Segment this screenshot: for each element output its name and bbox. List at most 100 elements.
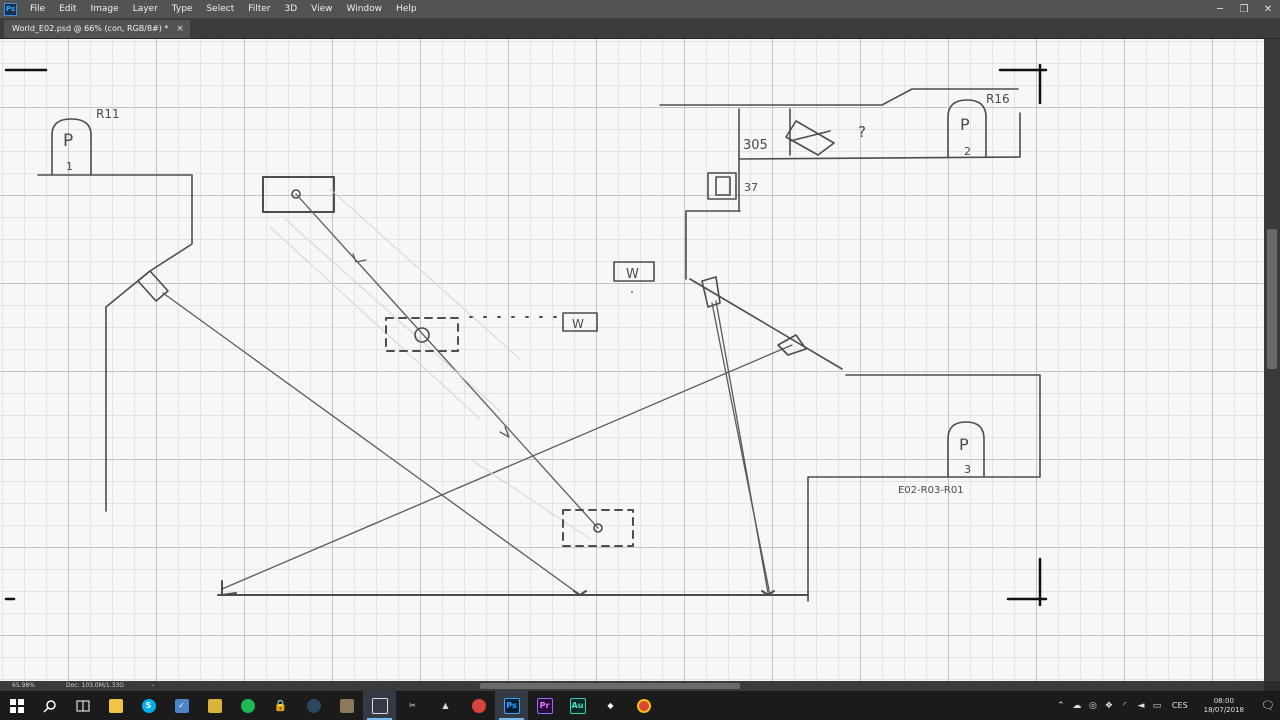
scissors-icon: ✂ (409, 701, 416, 710)
menu-layer[interactable]: Layer (126, 0, 165, 18)
system-clock[interactable]: 08:00 18/07/2018 (1204, 697, 1244, 715)
taskbar-chrome[interactable] (627, 691, 660, 720)
tab-close-icon[interactable]: × (176, 20, 184, 38)
photoshop-icon: Ps (503, 697, 520, 714)
menu-type[interactable]: Type (165, 0, 200, 18)
taskbar-unity[interactable]: ◆ (594, 691, 627, 720)
platform-p1: P 1 R11 (37, 107, 193, 512)
label-37-text: 37 (744, 181, 758, 194)
w-box-1: W (613, 261, 655, 293)
language-indicator[interactable]: CES (1172, 701, 1188, 710)
menu-select[interactable]: Select (199, 0, 241, 18)
menu-image[interactable]: Image (84, 0, 126, 18)
horizontal-scrollbar[interactable] (160, 681, 1264, 691)
document-tab[interactable]: World_E02.psd @ 66% (con, RGB/8#) * × (4, 20, 190, 38)
taskbar-app-lock[interactable]: 🔒 (264, 691, 297, 720)
lock-icon: 🔒 (273, 699, 288, 712)
task-view-button[interactable] (66, 691, 99, 720)
steam-icon (306, 698, 321, 713)
close-icon[interactable]: ✕ (1262, 4, 1274, 15)
status-menu-arrow-icon[interactable]: › (152, 681, 154, 691)
document-canvas[interactable]: P 1 R11 W W P 2 R16 305 ? 37 P 3 E02-R03… (0, 39, 1264, 681)
volume-icon[interactable]: ◄ (1136, 701, 1146, 711)
inkscape-icon: ▲ (442, 701, 449, 710)
network-icon[interactable]: ▭ (1152, 701, 1162, 711)
taskbar-skype[interactable]: S (132, 691, 165, 720)
p2-sign-text: P (960, 115, 970, 134)
cloud-icon[interactable]: ☁ (1072, 701, 1082, 711)
taskbar-app-scissors[interactable]: ✂ (396, 691, 429, 720)
wifi-icon[interactable]: ◜ (1120, 701, 1130, 711)
windows-logo-icon (9, 698, 24, 713)
switch-box-top (262, 176, 335, 213)
taskbar-app-color[interactable] (462, 691, 495, 720)
restore-icon[interactable]: ❐ (1238, 4, 1250, 15)
taskbar-spotify[interactable] (231, 691, 264, 720)
clapperboard-icon (207, 698, 222, 713)
document-tab-title: World_E02.psd @ 66% (con, RGB/8#) * (12, 24, 169, 33)
menu-help[interactable]: Help (389, 0, 424, 18)
vertical-scroll-thumb[interactable] (1267, 229, 1277, 369)
w-box-1-text: W (626, 267, 639, 282)
minimize-icon[interactable]: ─ (1214, 4, 1226, 15)
start-button[interactable] (0, 691, 33, 720)
horizontal-scroll-thumb[interactable] (480, 683, 740, 689)
platform-p3: P 3 E02-R03-R01 (807, 374, 1041, 602)
taskbar-app-check[interactable]: ✓ (165, 691, 198, 720)
bottom-tag-text: E02-R03-R01 (898, 485, 964, 496)
p2-number-text: 2 (964, 145, 971, 158)
search-button[interactable] (33, 691, 66, 720)
system-tray: ⌃ ☁ ◎ ❖ ◜ ◄ ▭ CES 08:00 18/07/2018 🗨 (1056, 691, 1280, 720)
checkmark-app-icon: ✓ (174, 698, 189, 713)
trajectory-lines (162, 193, 793, 596)
zoom-level[interactable]: 65.98% (12, 681, 35, 691)
taskbar-premiere[interactable]: Pr (528, 691, 561, 720)
chrome-icon (636, 698, 651, 713)
window-controls: ─ ❐ ✕ (1214, 0, 1274, 18)
p1-sign-text: P (63, 131, 73, 151)
menu-edit[interactable]: Edit (52, 0, 83, 18)
audition-icon: Au (569, 697, 586, 714)
crop-marks (4, 63, 1048, 607)
task-view-icon (76, 700, 89, 711)
menu-view[interactable]: View (304, 0, 339, 18)
taskbar-app-camera[interactable] (363, 691, 396, 720)
taskbar-steam[interactable] (297, 691, 330, 720)
unity-icon: ◆ (607, 701, 614, 710)
level-sketch: P 1 R11 W W P 2 R16 305 ? 37 P 3 E02-R03… (4, 63, 1048, 607)
menu-3d[interactable]: 3D (278, 0, 305, 18)
p2-tag-text: R16 (986, 92, 1010, 106)
steam-tray-icon[interactable]: ◎ (1088, 701, 1098, 711)
taskbar-photoshop[interactable]: Ps (495, 691, 528, 720)
menu-filter[interactable]: Filter (241, 0, 277, 18)
w-box-2-text: W (572, 317, 584, 331)
floor-line (217, 580, 809, 596)
menu-file[interactable]: File (23, 0, 52, 18)
search-icon (42, 699, 56, 713)
premiere-icon: Pr (536, 697, 553, 714)
notifications-icon[interactable]: 🗨 (1256, 699, 1280, 712)
vertical-scrollbar[interactable] (1264, 39, 1280, 681)
color-wheel-icon (471, 698, 486, 713)
taskbar-app-inkscape[interactable]: ▲ (429, 691, 462, 720)
taskbar-file-explorer[interactable] (99, 691, 132, 720)
dropbox-icon[interactable]: ❖ (1104, 701, 1114, 711)
chevron-up-icon[interactable]: ⌃ (1056, 701, 1066, 711)
p1-tag-text: R11 (96, 107, 120, 121)
w-box-2: W (562, 312, 598, 332)
menu-bar: Ps File Edit Image Layer Type Select Fil… (0, 0, 1280, 18)
taskbar-app-gimp[interactable] (330, 691, 363, 720)
paint-app-icon (339, 698, 354, 713)
ghost-box-middle-circle (414, 327, 430, 343)
windows-taskbar: S ✓ 🔒 ✂ ▲ Ps Pr Au ◆ ⌃ ☁ ◎ ❖ ◜ ◄ ▭ CES 0… (0, 691, 1280, 720)
p3-sign-text: P (959, 435, 969, 454)
photoshop-logo-icon: Ps (4, 2, 17, 16)
taskbar-app-clapper[interactable] (198, 691, 231, 720)
folder-icon (108, 698, 123, 713)
menu-window[interactable]: Window (340, 0, 390, 18)
platform-p2: P 2 R16 305 ? (659, 88, 1021, 212)
wall-right (685, 210, 843, 370)
clock-time: 08:00 (1213, 696, 1234, 705)
camera-icon (371, 697, 388, 714)
taskbar-audition[interactable]: Au (561, 691, 594, 720)
